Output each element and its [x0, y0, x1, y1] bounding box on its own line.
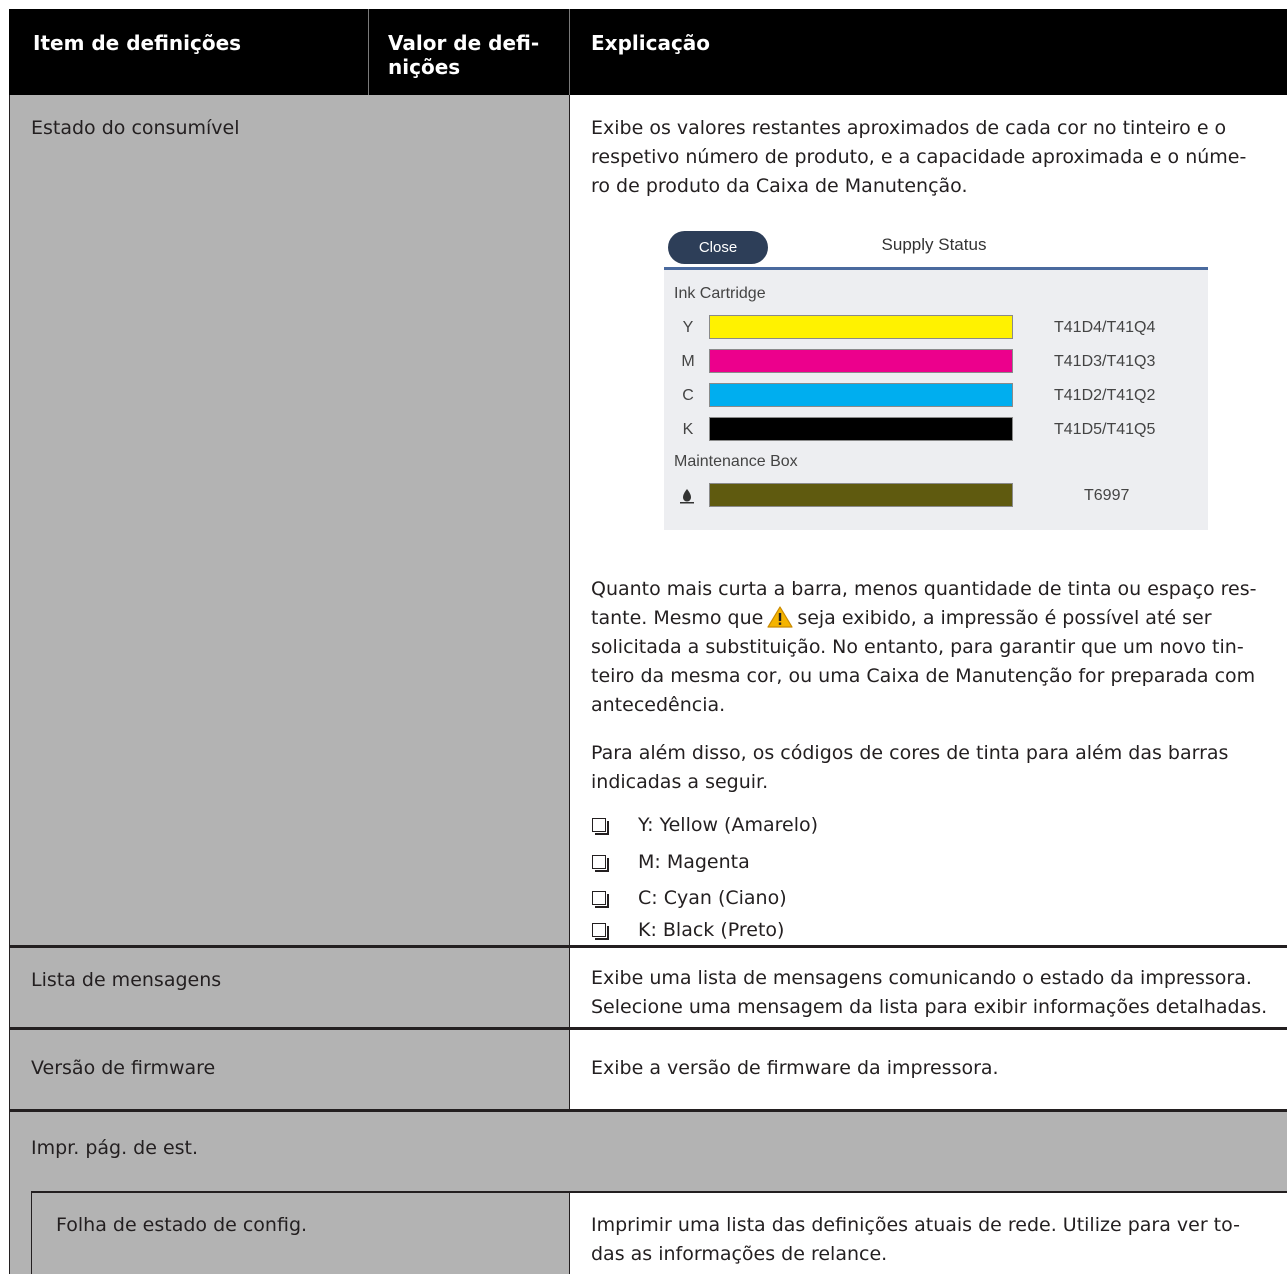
list-item-text: K: Black (Preto)	[638, 919, 785, 941]
list-item-text: M: Magenta	[638, 851, 750, 873]
column-divider	[569, 1192, 570, 1274]
header-item: Item de definições	[33, 31, 242, 55]
text-line: indicadas a seguir.	[591, 771, 769, 793]
ink-level-bar	[709, 349, 1013, 373]
supply-status-panel: Close Supply Status Ink Cartridge Y T41D…	[664, 223, 1208, 530]
checkbox-bullet-icon	[592, 891, 609, 908]
color-codes-intro: Para além disso, os códigos de cores de …	[591, 739, 1287, 797]
item-config-sheet: Folha de estado de config.	[56, 1214, 308, 1236]
text-line: das as informações de relance.	[591, 1243, 888, 1265]
ink-level-fill	[710, 316, 1012, 338]
checkbox-bullet-icon	[592, 818, 609, 835]
row-divider	[9, 945, 1287, 948]
text-line: Para além disso, os códigos de cores de …	[591, 742, 1229, 764]
table-border-left	[9, 95, 10, 1274]
header-value-line-2: nições	[388, 55, 461, 79]
ink-code: T41D5/T41Q5	[1054, 421, 1156, 438]
ink-level-bar	[709, 417, 1013, 441]
ink-letter: C	[682, 387, 694, 404]
ink-level-fill	[710, 384, 1012, 406]
panel-topbar: Close Supply Status	[664, 223, 1208, 267]
consumable-intro: Exibe os valores restantes aproximados d…	[591, 114, 1287, 201]
header-value-line-1: Valor de defi-	[388, 31, 540, 55]
text-line: tante. Mesmo que seja exibido, a impress…	[591, 604, 1287, 633]
row-divider	[31, 1191, 1287, 1193]
ink-drop-icon	[679, 488, 694, 509]
status-page-row	[9, 1111, 1287, 1192]
bar-explanation: Quanto mais curta a barra, menos quantid…	[591, 575, 1287, 720]
row-divider	[9, 1027, 1287, 1030]
item-firmware-version: Versão de firmware	[31, 1057, 216, 1079]
checkbox-bullet-icon	[592, 855, 609, 872]
text-line: Selecione uma mensagem da lista para exi…	[591, 996, 1268, 1018]
ink-code: T41D2/T41Q2	[1054, 387, 1156, 404]
close-button[interactable]: Close	[668, 231, 768, 264]
panel-title: Supply Status	[881, 235, 987, 254]
text-line: Exibe os valores restantes aproximados d…	[591, 117, 1227, 139]
item-status-page: Impr. pág. de est.	[31, 1137, 199, 1159]
text-line: antecedência.	[591, 694, 726, 716]
ink-letter: K	[682, 421, 694, 438]
column-divider	[569, 95, 570, 1111]
item-consumable-status: Estado do consumível	[31, 117, 240, 139]
list-item-text: Y: Yellow (Amarelo)	[638, 814, 819, 836]
text-line: ro de produto da Caixa de Manutenção.	[591, 175, 968, 197]
checkbox-bullet-icon	[592, 923, 609, 940]
panel-body: Ink Cartridge Y T41D4/T41Q4 M T41D3/T41Q…	[664, 270, 1208, 530]
header-divider	[569, 9, 570, 95]
text-fragment: tante. Mesmo que	[591, 607, 764, 629]
text-line: Exibe uma lista de mensagens comunicando…	[591, 967, 1252, 989]
ink-level-fill	[710, 418, 1012, 440]
text-line: Quanto mais curta a barra, menos quantid…	[591, 578, 1257, 600]
text-fragment: seja exibido, a impressão é possível até…	[797, 607, 1212, 629]
firmware-explanation: Exibe a versão de firmware da impressora…	[591, 1057, 999, 1079]
ink-level-bar	[709, 383, 1013, 407]
text-line: solicitada a substituição. No entanto, p…	[591, 636, 1244, 658]
ink-level-fill	[710, 350, 1012, 372]
row-divider	[9, 1109, 1287, 1112]
ink-cartridge-label: Ink Cartridge	[674, 285, 766, 302]
ink-code: T41D4/T41Q4	[1054, 319, 1156, 336]
item-message-list: Lista de mensagens	[31, 969, 222, 991]
ink-level-bar	[709, 315, 1013, 339]
ink-code: T41D3/T41Q3	[1054, 353, 1156, 370]
ink-letter: Y	[682, 319, 694, 336]
ink-letter: M	[681, 353, 695, 370]
text-line: respetivo número de produto, e a capacid…	[591, 146, 1247, 168]
text-line: teiro da mesma cor, ou uma Caixa de Manu…	[591, 665, 1256, 687]
maintenance-level-bar	[709, 483, 1013, 507]
maintenance-level-fill	[710, 484, 1012, 506]
table-header: Item de definições Valor de defi- nições…	[9, 9, 1287, 95]
indent-line	[31, 1192, 32, 1274]
list-item-text: C: Cyan (Ciano)	[638, 887, 787, 909]
config-sheet-explanation: Imprimir uma lista das definições atuais…	[591, 1211, 1287, 1269]
message-list-explanation: Exibe uma lista de mensagens comunicando…	[591, 964, 1287, 1022]
header-explanation: Explicação	[591, 31, 711, 55]
header-value: Valor de defi- nições	[388, 31, 539, 79]
header-divider	[368, 9, 369, 95]
warning-icon	[767, 606, 793, 628]
text-line: Imprimir uma lista das definições atuais…	[591, 1214, 1240, 1236]
maintenance-code: T6997	[1084, 487, 1130, 504]
maintenance-box-label: Maintenance Box	[674, 453, 798, 470]
